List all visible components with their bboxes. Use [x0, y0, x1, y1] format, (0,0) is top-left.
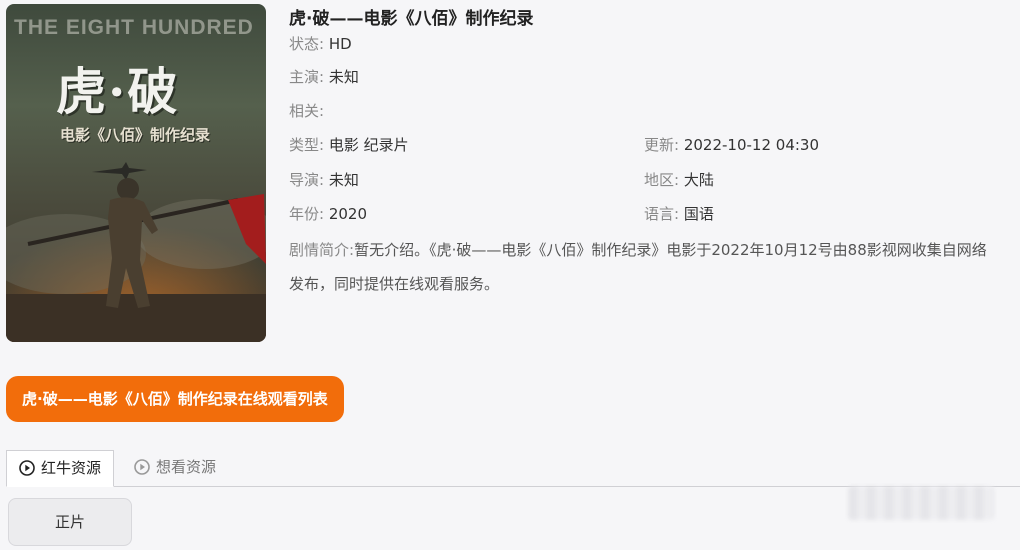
updated-label: 更新: — [644, 136, 680, 154]
director-value: 未知 — [328, 171, 359, 189]
movie-poster[interactable]: THE EIGHT HUNDRED 虎·破 电影《八佰》制作纪录 — [6, 4, 266, 342]
synopsis: 剧情简介:暂无介绍。《虎·破——电影《八佰》制作纪录》电影于2022年10月12… — [289, 233, 999, 301]
play-circle-icon — [19, 460, 35, 476]
updated-row: 更新: 2022-10-12 04:30 — [644, 134, 819, 155]
region-label: 地区: — [644, 171, 680, 189]
status-label: 状态: — [289, 35, 325, 53]
poster-subtitle: 电影《八佰》制作纪录 — [60, 126, 211, 144]
year-value: 2020 — [328, 205, 368, 223]
type-label: 类型: — [289, 136, 325, 154]
updated-value: 2022-10-12 04:30 — [683, 136, 820, 154]
synopsis-text: 暂无介绍。《虎·破——电影《八佰》制作纪录》电影于2022年10月12号由88影… — [289, 241, 987, 293]
language-row: 语言: 国语 — [644, 203, 714, 224]
director-label: 导演: — [289, 171, 325, 189]
region-value: 大陆 — [683, 171, 714, 189]
type-value: 电影 纪录片 — [328, 136, 409, 154]
synopsis-label: 剧情简介: — [289, 241, 355, 259]
blurred-watermark — [848, 486, 994, 520]
source-tabs: 红牛资源 想看资源 — [6, 450, 1020, 487]
tab-label: 红牛资源 — [41, 459, 102, 477]
language-value: 国语 — [683, 205, 714, 223]
cast-value: 未知 — [328, 68, 359, 86]
year-label: 年份: — [289, 205, 325, 223]
type-row: 类型: 电影 纪录片 — [289, 134, 409, 155]
episode-button[interactable]: 正片 — [8, 498, 132, 546]
year-row: 年份: 2020 — [289, 203, 367, 224]
watch-list-button[interactable]: 虎·破——电影《八佰》制作纪录在线观看列表 — [6, 376, 344, 422]
tab-label: 想看资源 — [156, 458, 217, 476]
language-label: 语言: — [644, 205, 680, 223]
related-label: 相关: — [289, 102, 325, 120]
poster-title: 虎·破 — [56, 62, 180, 121]
tab-xiangkan-source[interactable]: 想看资源 — [122, 450, 228, 485]
director-row: 导演: 未知 — [289, 169, 359, 190]
region-row: 地区: 大陆 — [644, 169, 714, 190]
status-value: HD — [328, 35, 352, 53]
related-row: 相关: — [289, 100, 324, 121]
status-row: 状态: HD — [289, 33, 352, 54]
cast-label: 主演: — [289, 68, 325, 86]
play-circle-icon — [134, 459, 150, 475]
poster-english-title: THE EIGHT HUNDRED — [14, 16, 254, 39]
cast-row: 主演: 未知 — [289, 66, 359, 87]
tab-hongniu-source[interactable]: 红牛资源 — [6, 450, 115, 487]
movie-title: 虎·破——电影《八佰》制作纪录 — [289, 9, 534, 29]
